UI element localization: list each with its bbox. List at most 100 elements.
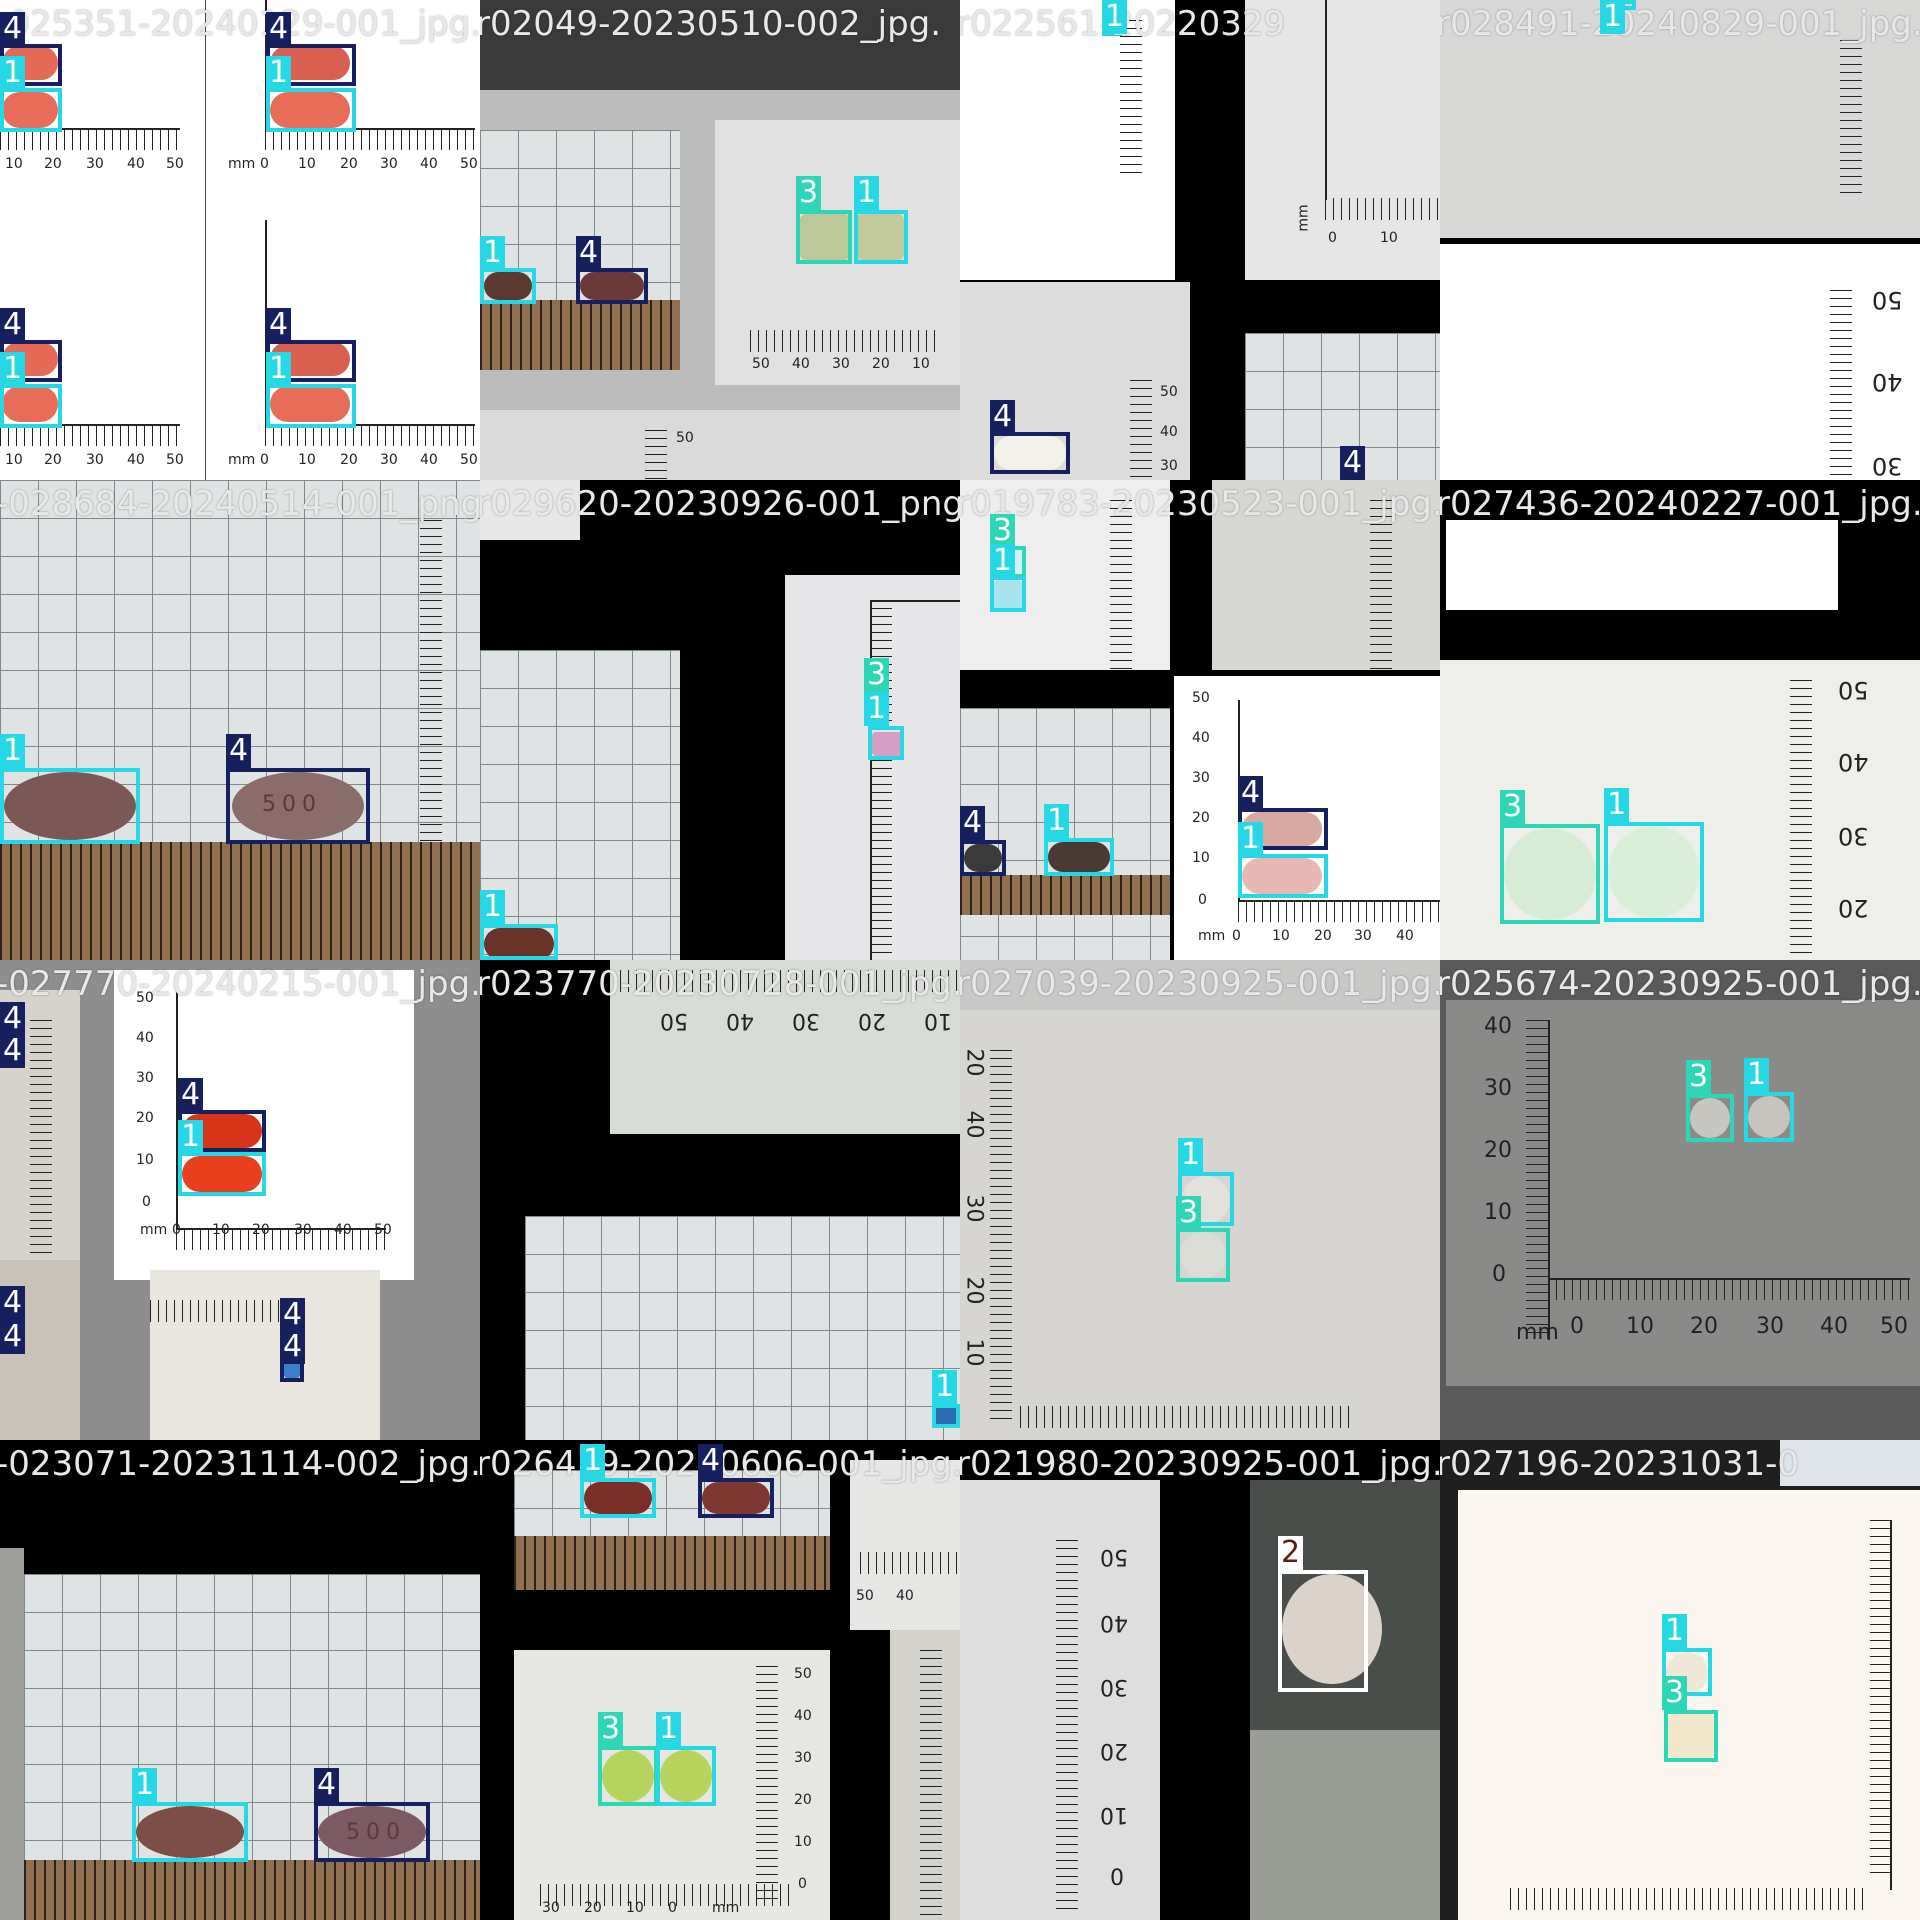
tick-label: 30: [1354, 928, 1372, 944]
class-label: 4: [314, 1768, 340, 1802]
class-label: 3: [1500, 790, 1526, 824]
tile-13: r026419-20240606-001_jpg. 50 40 50 40 30…: [480, 1440, 960, 1920]
tile-title: -027770-20240215-001_jpg.: [0, 964, 480, 1004]
ruler: [1020, 1406, 1350, 1428]
detection-box: [990, 432, 1070, 474]
tick-label: 30: [1756, 1314, 1784, 1339]
detection-box: [1044, 838, 1114, 876]
tile-title: r027196-20231031-0: [1440, 1444, 1799, 1484]
tick-label: 50: [1872, 286, 1903, 314]
detection-box: [580, 1478, 656, 1518]
detection-mosaic: -025351-20240129-001_jpg. 10 20 30 40 50…: [0, 0, 1920, 1920]
class-label: 1: [266, 56, 292, 90]
tick-label: 10: [1626, 1314, 1654, 1339]
paper: [1780, 1440, 1920, 1486]
tick-label: 10: [1484, 1200, 1512, 1225]
class-label: 4: [280, 1330, 306, 1364]
tick-label: 20: [252, 1222, 270, 1238]
paper: [150, 1270, 380, 1440]
class-label: 4: [990, 400, 1016, 434]
class-label: 4: [1340, 446, 1366, 480]
class-label: 1: [854, 176, 880, 210]
tick-label: 10: [794, 1834, 812, 1850]
tick-label: 50: [752, 356, 770, 372]
class-label: 1: [1604, 788, 1630, 822]
detection-box: [266, 384, 356, 428]
tick-label: 30: [1160, 458, 1178, 474]
tick-label: 20: [1484, 1138, 1512, 1163]
class-label: 1: [178, 1120, 204, 1154]
tick-label: 20: [1314, 928, 1332, 944]
tick-label: 40: [334, 1222, 352, 1238]
ruler: [1056, 1540, 1078, 1910]
tick-label: 10: [1100, 1802, 1128, 1827]
tile-title: r02049-20230510-002_jpg.: [480, 4, 942, 44]
tick-label: 30: [380, 156, 398, 172]
ruler: [860, 1552, 960, 1574]
ruler: [540, 1884, 790, 1906]
class-label: 3: [864, 658, 890, 692]
tick-label: 50: [460, 156, 478, 172]
tick-label: 40: [792, 356, 810, 372]
ruler: [1110, 500, 1132, 670]
detection-box: [480, 924, 558, 960]
detection-box: [796, 210, 852, 264]
tick-label: 50: [460, 452, 478, 468]
tile-title: r027436-20240227-001_jpg.: [1440, 484, 1920, 524]
tick-label: 20: [961, 1048, 987, 1077]
detection-box: [1278, 1570, 1368, 1692]
paper: [1446, 520, 1838, 610]
tick-label: 20: [1690, 1314, 1718, 1339]
ruler: [645, 430, 667, 480]
tick-label: mm: [1295, 204, 1312, 232]
ruler: [1130, 380, 1152, 480]
ruler: [1830, 290, 1852, 480]
tick-label: 40: [127, 156, 145, 172]
y-axis: [1890, 1520, 1892, 1890]
detection-box: [1604, 822, 1704, 922]
tick-label: 40: [1872, 368, 1903, 396]
tile-9: r023770-20230728-001_jpg. 50 40 30 20 10…: [480, 960, 960, 1440]
class-label: 1: [266, 352, 292, 386]
class-label: 4: [280, 1298, 306, 1332]
class-label: 4: [0, 308, 26, 342]
class-label: 4: [0, 12, 26, 46]
detection-box: [868, 726, 904, 760]
tile-2: r022561-20220329 mm 0 10 50 40 30 1 4 4: [960, 0, 1440, 480]
tick-label: 40: [420, 156, 438, 172]
detection-box: [990, 576, 1026, 612]
ruler: [990, 1050, 1012, 1420]
tick-label: 40: [1100, 1610, 1128, 1635]
tick-label: 20: [794, 1792, 812, 1808]
tick-label: 10: [626, 1900, 644, 1916]
tick-label: 20: [136, 1110, 154, 1126]
tick-label: 0: [1110, 1866, 1124, 1891]
tick-label: 50: [1160, 384, 1178, 400]
paper: [1458, 1490, 1920, 1920]
tick-label: 30: [832, 356, 850, 372]
class-label: 3: [1176, 1196, 1202, 1230]
tile-title: r025674-20230925-001_jpg.: [1440, 964, 1920, 1004]
tile-title: r021980-20230925-001_jpg.: [960, 1444, 1440, 1484]
tick-label: 30: [792, 1008, 820, 1033]
detection-box: [1744, 1092, 1794, 1142]
tile-title: r027039-20230925-001_jpg.: [960, 964, 1440, 1004]
detection-box: [598, 1746, 658, 1806]
tick-label: 20: [1838, 894, 1869, 922]
tick-label: 30: [136, 1070, 154, 1086]
class-label: 4: [0, 1002, 26, 1036]
class-label: 1: [132, 1768, 158, 1802]
class-label: 3: [598, 1712, 624, 1746]
tile-title: -023071-20231114-002_jpg.: [0, 1444, 480, 1484]
tile-11: r025674-20230925-001_jpg. 40 30 20 10 0 …: [1440, 960, 1920, 1440]
tile-title: r019783-20230523-001_jpg.: [960, 484, 1440, 524]
tick-label: 20: [961, 1276, 987, 1305]
tick-label: 30: [86, 156, 104, 172]
class-label: 1: [1600, 0, 1626, 34]
tick-label: 10: [961, 1338, 987, 1367]
side-strip: [0, 1548, 24, 1920]
tick-label: 20: [858, 1008, 886, 1033]
class-label: 4: [178, 1078, 204, 1112]
tick-label: 50: [374, 1222, 392, 1238]
tick-label: 40: [1838, 748, 1869, 776]
